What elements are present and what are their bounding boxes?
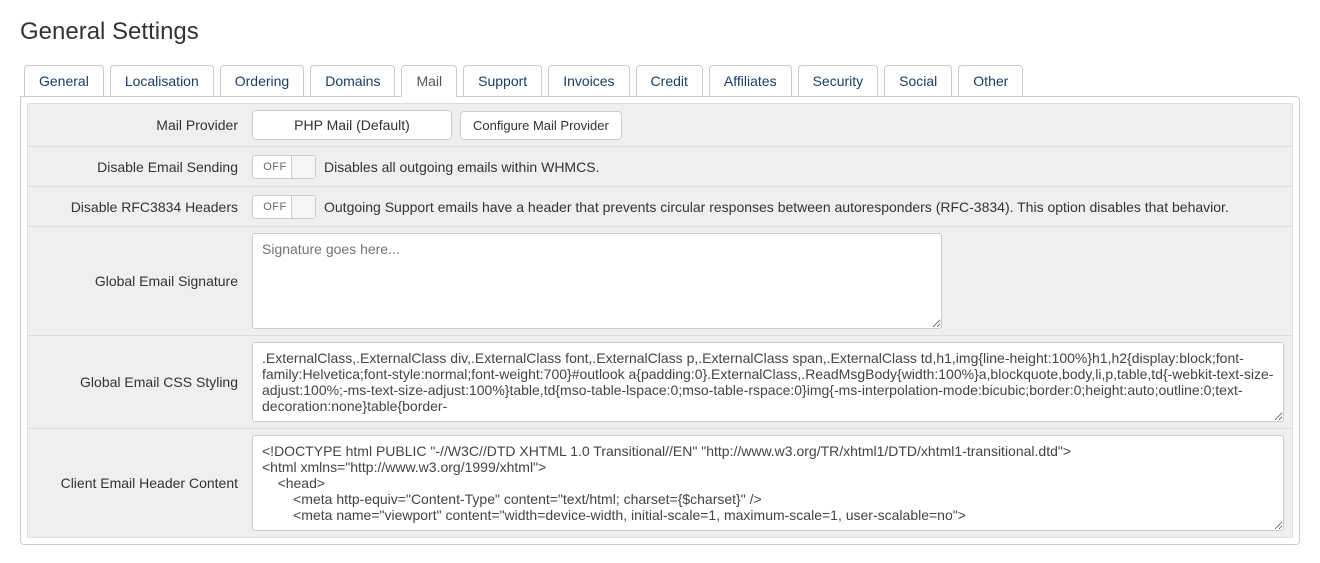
header-content-textarea[interactable] — [252, 435, 1284, 531]
mail-provider-select[interactable]: PHP Mail (Default) — [252, 110, 452, 140]
tab-support[interactable]: Support — [463, 65, 542, 97]
toggle-off-label: OFF — [253, 161, 315, 173]
settings-panel: Mail Provider PHP Mail (Default) Configu… — [20, 96, 1300, 545]
label-header-content: Client Email Header Content — [28, 475, 242, 491]
label-css-styling: Global Email CSS Styling — [28, 374, 242, 390]
tab-invoices[interactable]: Invoices — [548, 65, 629, 97]
page-title: General Settings — [20, 18, 1300, 46]
tab-security[interactable]: Security — [798, 65, 879, 97]
tab-social[interactable]: Social — [884, 65, 952, 97]
disable-rfc3834-desc: Outgoing Support emails have a header th… — [324, 199, 1229, 215]
tab-general[interactable]: General — [24, 65, 104, 97]
row-disable-rfc3834: Disable RFC3834 Headers OFF Outgoing Sup… — [28, 187, 1292, 227]
tab-domains[interactable]: Domains — [310, 65, 395, 97]
row-mail-provider: Mail Provider PHP Mail (Default) Configu… — [28, 104, 1292, 147]
disable-email-sending-toggle[interactable]: OFF — [252, 155, 316, 179]
toggle-off-label: OFF — [253, 201, 315, 213]
row-signature: Global Email Signature — [28, 227, 1292, 336]
row-disable-email-sending: Disable Email Sending OFF Disables all o… — [28, 147, 1292, 187]
tab-other[interactable]: Other — [958, 65, 1023, 97]
tab-credit[interactable]: Credit — [636, 65, 703, 97]
tab-ordering[interactable]: Ordering — [220, 65, 304, 97]
disable-email-sending-desc: Disables all outgoing emails within WHMC… — [324, 159, 599, 175]
label-disable-rfc3834: Disable RFC3834 Headers — [28, 199, 242, 215]
label-mail-provider: Mail Provider — [28, 117, 242, 133]
disable-rfc3834-toggle[interactable]: OFF — [252, 195, 316, 219]
tabs-nav: General Localisation Ordering Domains Ma… — [20, 64, 1300, 96]
row-css-styling: Global Email CSS Styling — [28, 336, 1292, 429]
configure-mail-provider-button[interactable]: Configure Mail Provider — [460, 111, 622, 140]
signature-textarea[interactable] — [252, 233, 942, 329]
label-signature: Global Email Signature — [28, 273, 242, 289]
tab-mail[interactable]: Mail — [401, 65, 457, 97]
css-styling-textarea[interactable] — [252, 342, 1284, 422]
tab-affiliates[interactable]: Affiliates — [709, 65, 792, 97]
tab-localisation[interactable]: Localisation — [110, 65, 214, 97]
label-disable-email-sending: Disable Email Sending — [28, 159, 242, 175]
